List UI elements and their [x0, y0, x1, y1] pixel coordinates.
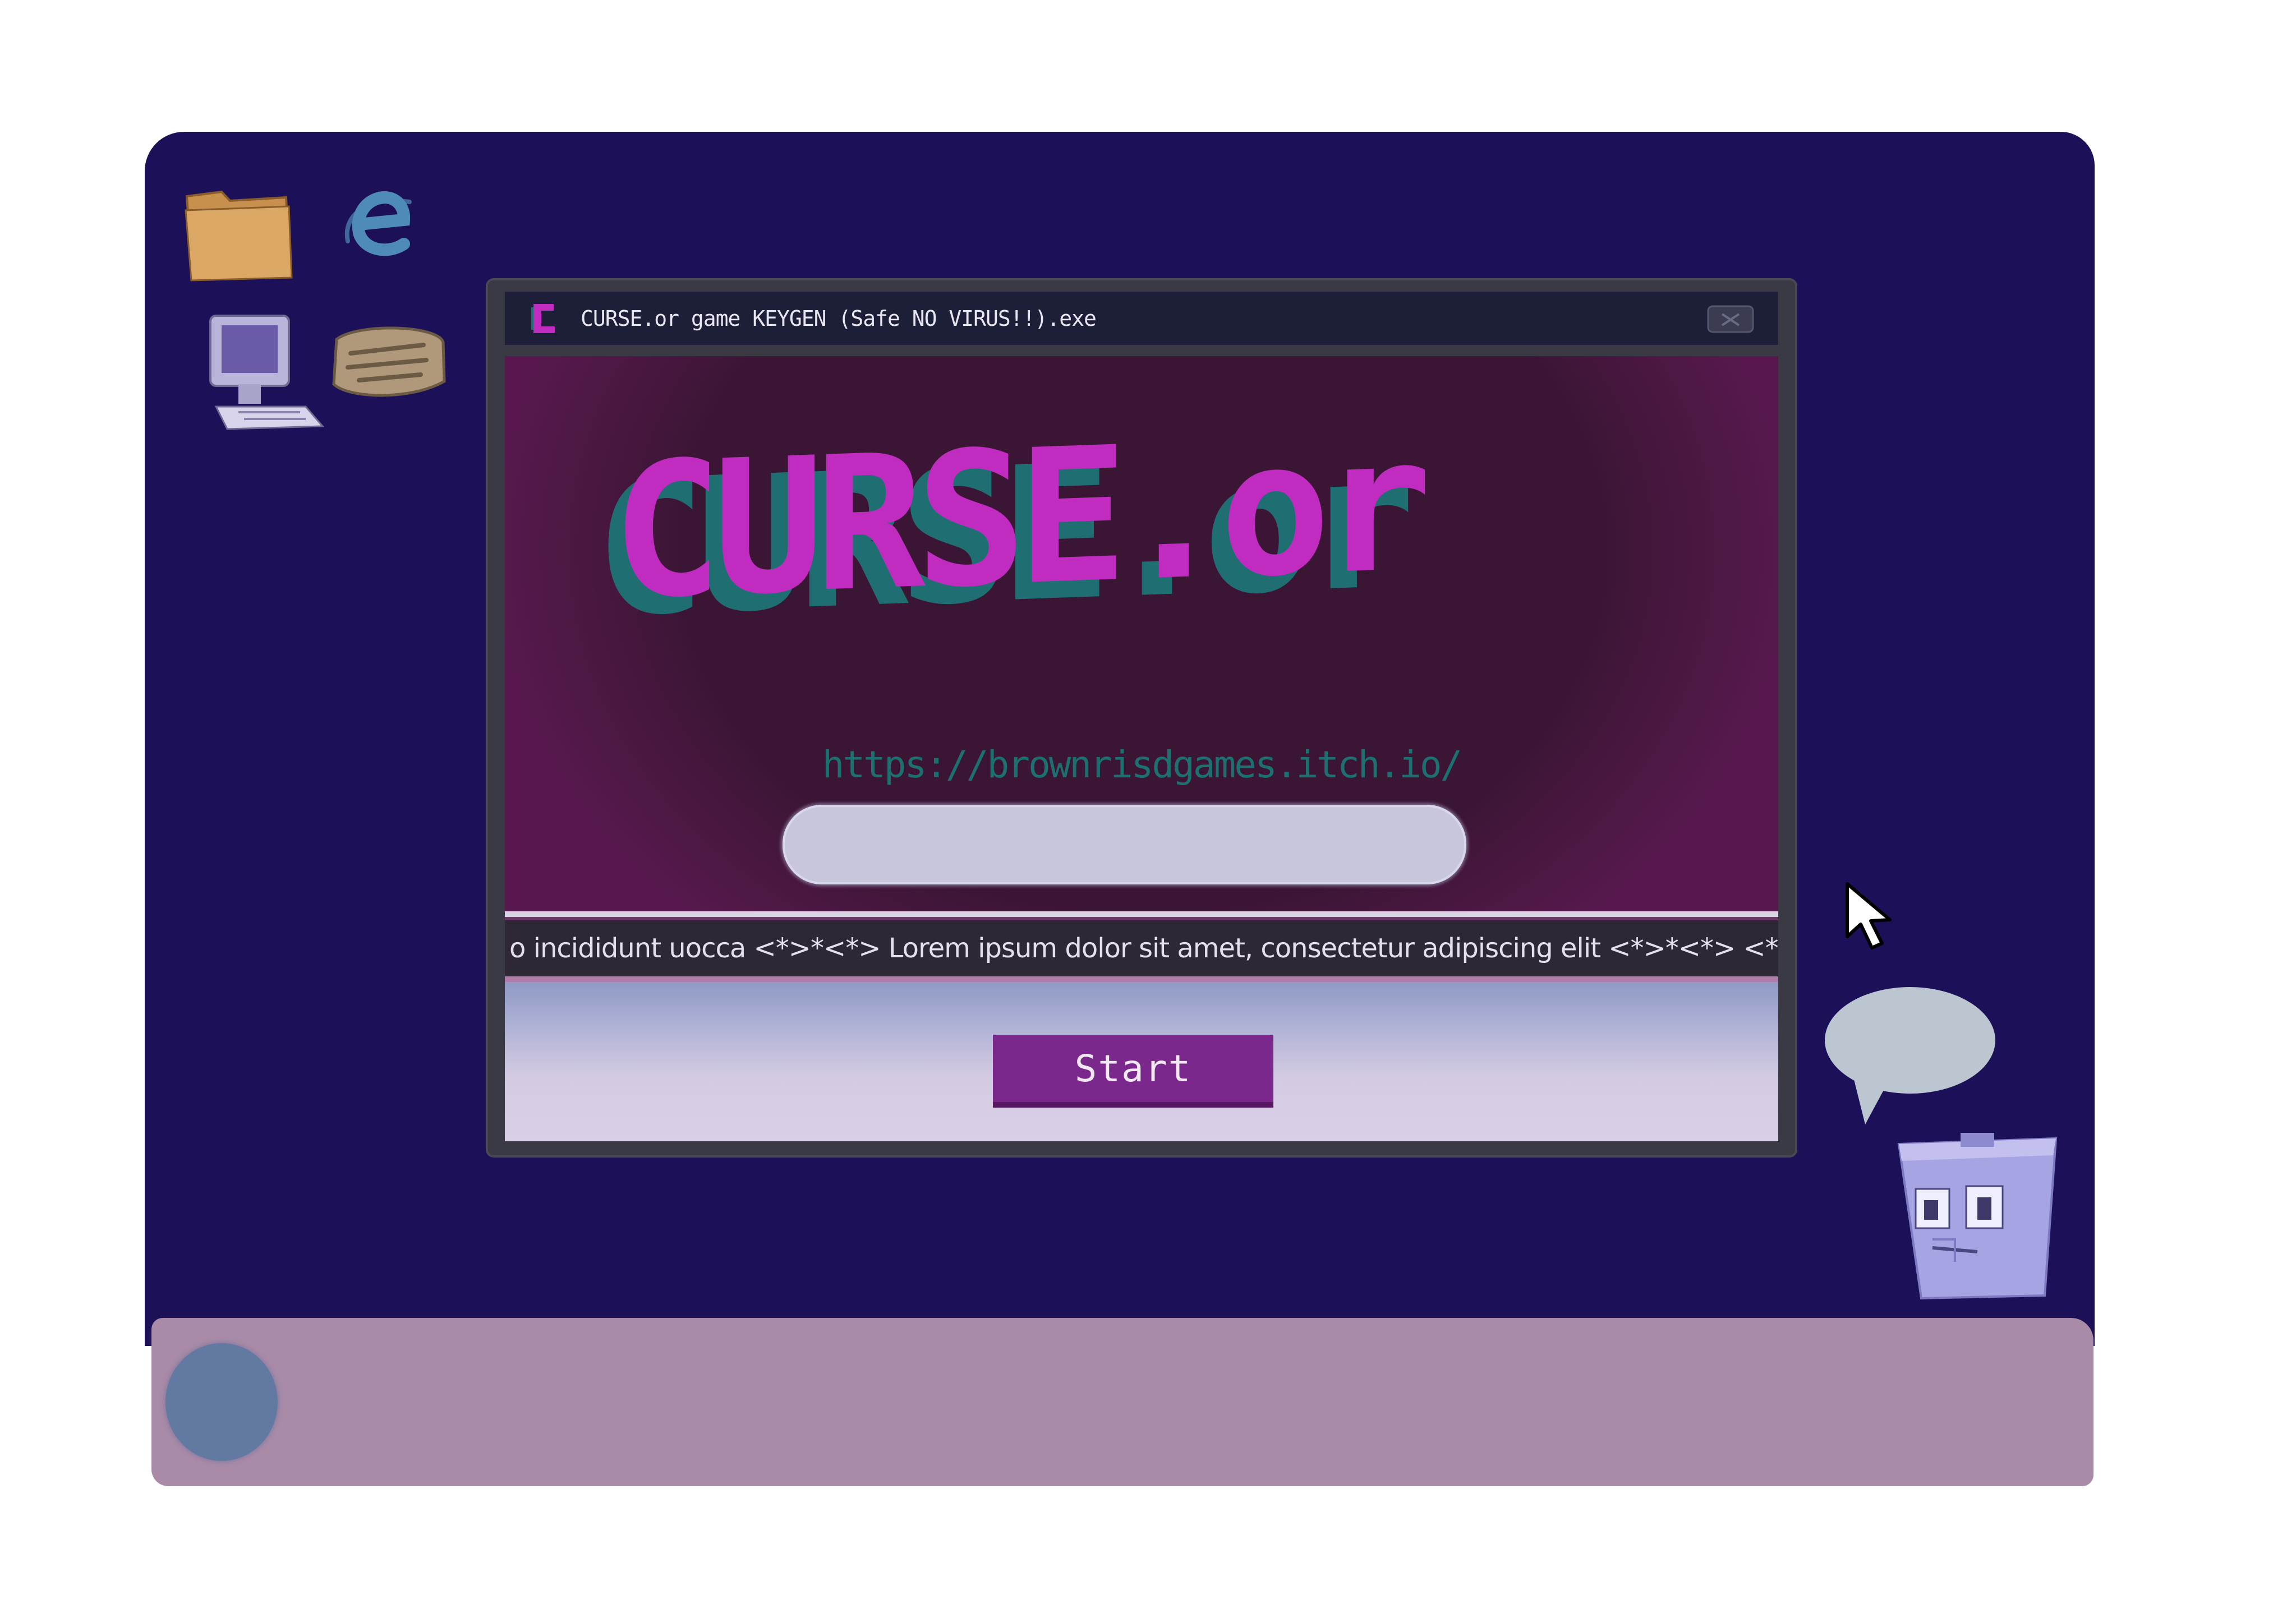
- start-button[interactable]: Start: [993, 1035, 1273, 1108]
- title-bar[interactable]: CURSE.or game KEYGEN (Safe NO VIRUS!!).e…: [505, 292, 1778, 345]
- app-logo-icon: [530, 302, 558, 335]
- speech-bubble-icon: [1820, 984, 2000, 1130]
- game-logo: CURSE.or CURSE.or: [595, 435, 1425, 658]
- scrolling-ticker: o incididunt uocca <*>*<*> Lorem ipsum d…: [505, 917, 1778, 982]
- start-menu-button[interactable]: [165, 1343, 278, 1461]
- stage: CURSE.or game KEYGEN (Safe NO VIRUS!!).e…: [0, 0, 2296, 1623]
- computer-icon[interactable]: [205, 311, 331, 437]
- key-input[interactable]: [783, 805, 1466, 884]
- close-icon[interactable]: [1705, 302, 1756, 335]
- svg-text:CURSE.or: CURSE.or: [611, 435, 1425, 640]
- window-title: CURSE.or game KEYGEN (Safe NO VIRUS!!).e…: [581, 306, 1097, 331]
- mouse-cursor-icon: [1843, 880, 1910, 953]
- ticker-text: o incididunt uocca <*>*<*> Lorem ipsum d…: [509, 933, 1778, 964]
- taskbar: [151, 1318, 2093, 1486]
- trash-can-icon[interactable]: [1893, 1122, 2062, 1307]
- keygen-window: CURSE.or game KEYGEN (Safe NO VIRUS!!).e…: [488, 280, 1795, 1155]
- scanner-icon[interactable]: [325, 320, 449, 404]
- hero-panel: CURSE.or CURSE.or https://brownrisdgames…: [505, 356, 1778, 911]
- internet-explorer-icon[interactable]: [337, 179, 426, 269]
- url-link[interactable]: https://brownrisdgames.itch.io/: [505, 743, 1778, 786]
- window-content: CURSE.or CURSE.or https://brownrisdgames…: [505, 356, 1778, 1141]
- folder-icon[interactable]: [182, 185, 295, 283]
